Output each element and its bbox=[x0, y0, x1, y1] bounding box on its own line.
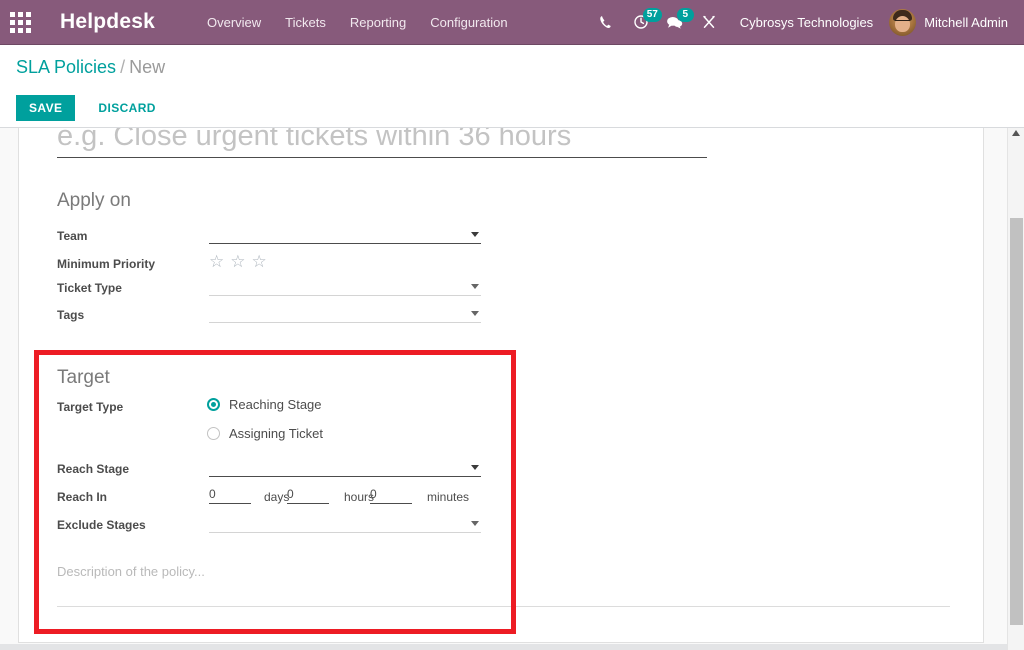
policy-title-input[interactable] bbox=[57, 128, 707, 158]
scrollbar-thumb[interactable] bbox=[1010, 218, 1023, 625]
radio-assigning-ticket-label: Assigning Ticket bbox=[229, 426, 323, 441]
reach-stage-input[interactable] bbox=[209, 457, 481, 477]
section-divider bbox=[57, 606, 950, 607]
apps-grid-icon[interactable] bbox=[0, 0, 40, 45]
tags-label: Tags bbox=[57, 308, 85, 322]
policy-title-wrapper bbox=[57, 128, 707, 158]
radio-reaching-stage[interactable]: Reaching Stage bbox=[207, 397, 322, 412]
target-heading: Target bbox=[57, 367, 110, 388]
chevron-down-icon bbox=[471, 465, 479, 470]
chevron-down-icon bbox=[471, 284, 479, 289]
team-label: Team bbox=[57, 229, 88, 243]
radio-assigning-ticket[interactable]: Assigning Ticket bbox=[207, 426, 323, 441]
company-switcher[interactable]: Cybrosys Technologies bbox=[726, 15, 883, 30]
reach-stage-label: Reach Stage bbox=[57, 462, 130, 476]
star-icon-1[interactable]: ☆ bbox=[209, 253, 224, 270]
radio-icon-unselected[interactable] bbox=[207, 427, 220, 440]
vertical-scrollbar[interactable] bbox=[1007, 128, 1024, 650]
star-icon-2[interactable]: ☆ bbox=[230, 253, 245, 270]
save-button[interactable]: SAVE bbox=[16, 95, 76, 121]
radio-icon-selected[interactable] bbox=[207, 398, 220, 411]
discard-button[interactable]: DISCARD bbox=[85, 95, 168, 121]
chevron-down-icon bbox=[471, 311, 479, 316]
tags-input[interactable] bbox=[209, 303, 481, 323]
reach-in-days-input[interactable] bbox=[209, 487, 251, 504]
breadcrumb-separator: / bbox=[120, 57, 126, 77]
menu-item-tickets[interactable]: Tickets bbox=[273, 9, 338, 36]
menu-item-configuration[interactable]: Configuration bbox=[418, 9, 519, 36]
breadcrumb-root-link[interactable]: SLA Policies bbox=[16, 57, 116, 77]
exclude-stages-input[interactable] bbox=[209, 513, 481, 533]
top-navbar: Helpdesk Overview Tickets Reporting Conf… bbox=[0, 0, 1024, 45]
chevron-down-icon bbox=[471, 232, 479, 237]
activity-clock-icon[interactable]: 57 bbox=[624, 0, 662, 45]
phone-icon[interactable] bbox=[590, 0, 624, 45]
description-input[interactable]: Description of the policy... bbox=[57, 564, 205, 579]
bottom-strip bbox=[0, 644, 1007, 650]
breadcrumb-current: New bbox=[129, 57, 166, 77]
reach-in-minutes-input[interactable] bbox=[370, 487, 412, 504]
user-menu[interactable]: Mitchell Admin bbox=[883, 8, 1014, 36]
scroll-up-arrow-icon[interactable] bbox=[1012, 130, 1020, 136]
target-type-label: Target Type bbox=[57, 400, 124, 414]
menu-item-overview[interactable]: Overview bbox=[195, 9, 273, 36]
team-input[interactable] bbox=[209, 224, 481, 244]
form-sheet: Apply on Team Minimum Priority ☆ ☆ ☆ Tic… bbox=[18, 128, 984, 643]
reach-in-days-unit: days bbox=[264, 490, 290, 504]
app-brand-title: Helpdesk bbox=[60, 10, 155, 33]
form-content-area: Apply on Team Minimum Priority ☆ ☆ ☆ Tic… bbox=[0, 128, 1024, 650]
apply-on-heading: Apply on bbox=[57, 190, 131, 211]
messages-icon[interactable]: 5 bbox=[658, 0, 694, 45]
ticket-type-label: Ticket Type bbox=[57, 281, 122, 295]
tools-icon[interactable] bbox=[692, 0, 726, 45]
star-icon-3[interactable]: ☆ bbox=[252, 253, 267, 270]
user-name-label: Mitchell Admin bbox=[924, 14, 1008, 30]
reach-in-minutes-unit: minutes bbox=[427, 490, 470, 504]
radio-reaching-stage-label: Reaching Stage bbox=[229, 397, 322, 412]
chevron-down-icon bbox=[471, 521, 479, 526]
breadcrumb: SLA Policies / New bbox=[16, 57, 165, 78]
navbar-right-cluster: 57 5 Cybrosys Technologies Mitchell Admi… bbox=[590, 0, 1024, 45]
minimum-priority-label: Minimum Priority bbox=[57, 257, 156, 271]
minimum-priority-stars[interactable]: ☆ ☆ ☆ bbox=[209, 253, 267, 270]
exclude-stages-label: Exclude Stages bbox=[57, 518, 146, 532]
ticket-type-input[interactable] bbox=[209, 276, 481, 296]
reach-in-label: Reach In bbox=[57, 490, 108, 504]
form-action-buttons: SAVE DISCARD bbox=[16, 95, 169, 121]
main-menu: Overview Tickets Reporting Configuration bbox=[195, 9, 520, 36]
avatar bbox=[889, 8, 917, 36]
menu-item-reporting[interactable]: Reporting bbox=[338, 9, 418, 36]
reach-in-hours-input[interactable] bbox=[287, 487, 329, 504]
